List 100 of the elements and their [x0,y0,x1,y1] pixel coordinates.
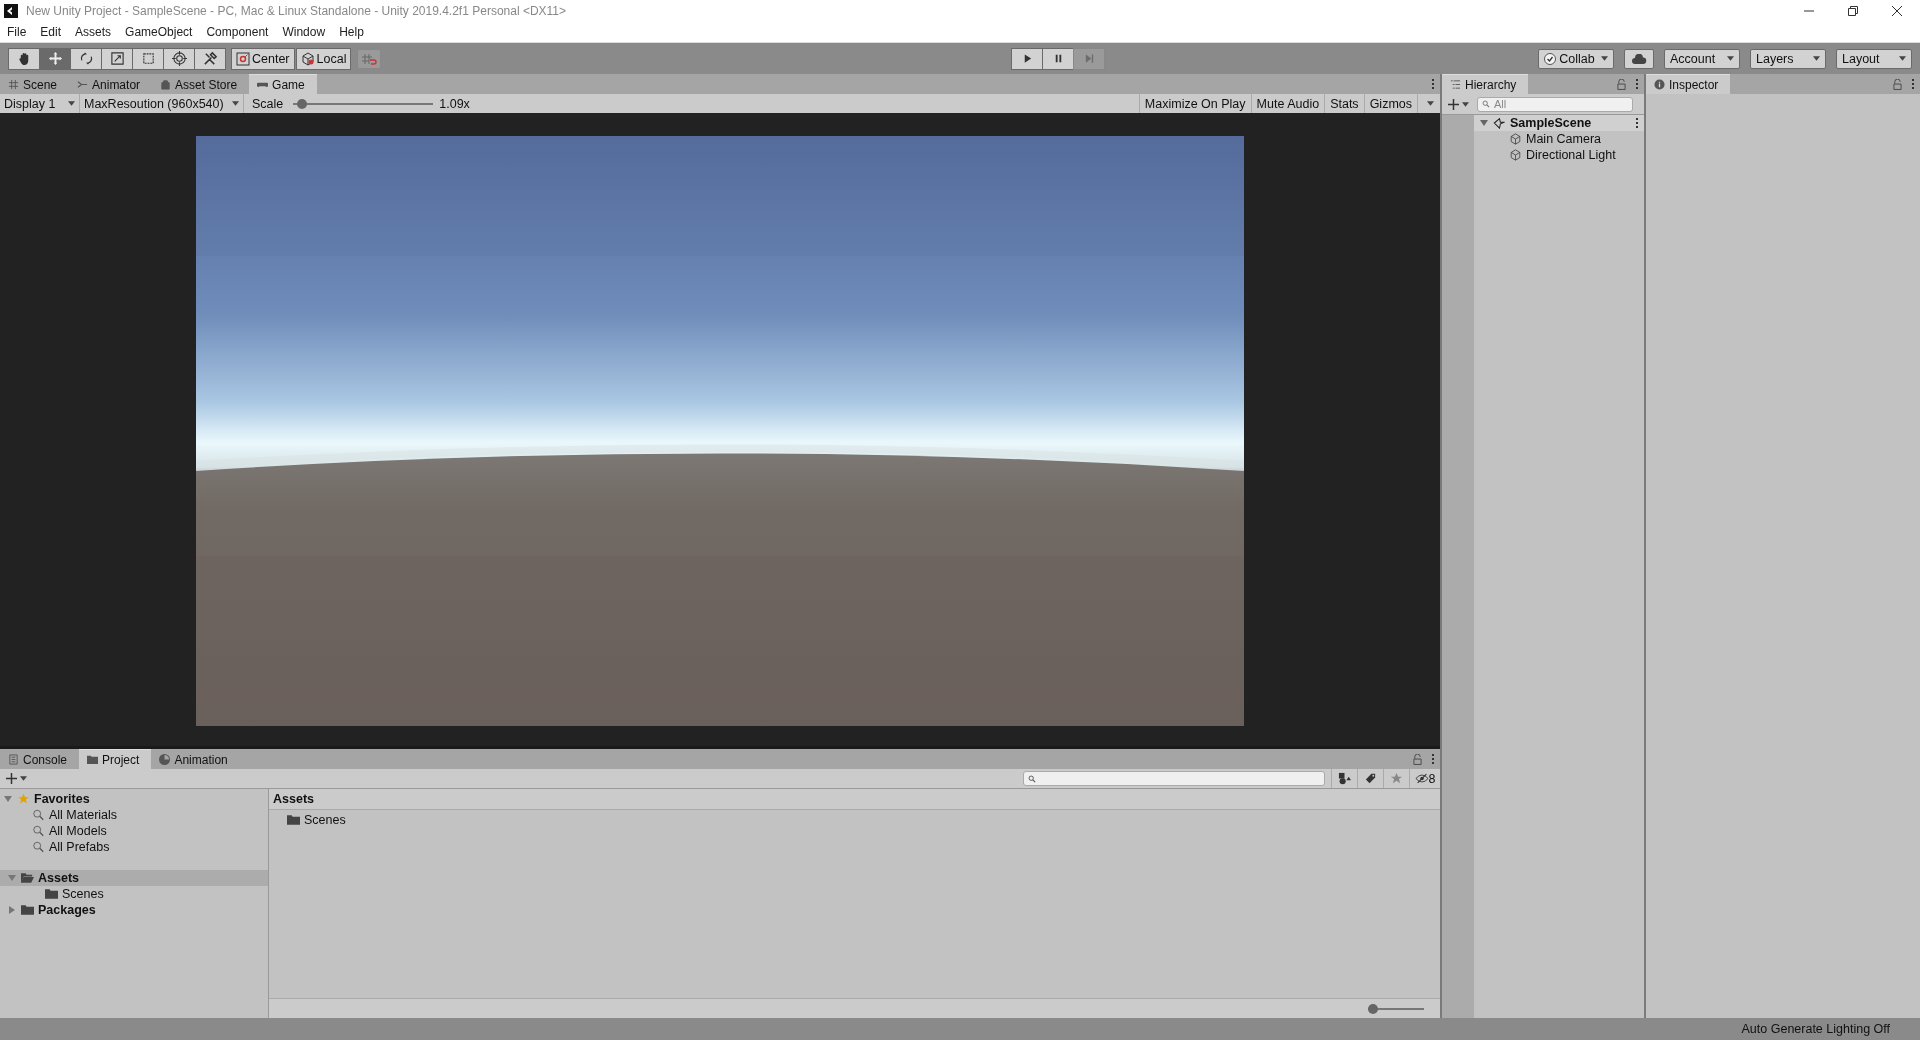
move-tool-button[interactable] [39,47,71,70]
hidden-packages-toggle[interactable]: 8 [1409,769,1440,788]
favorite-item[interactable]: All Models [49,824,107,838]
pivot-local-button[interactable]: Local [295,47,352,70]
lock-icon[interactable] [1617,78,1626,90]
favorites-heading[interactable]: Favorites [34,792,90,806]
caret-icon [232,101,239,106]
star-icon [17,793,30,805]
panel-tab[interactable]: Project [79,749,152,769]
hierarchy-item[interactable]: Directional Light [1474,147,1644,163]
expand-arrow-icon[interactable] [8,906,17,914]
tools-icon [202,51,218,66]
view-tab[interactable]: Game [249,74,317,94]
status-text: Auto Generate Lighting Off [1741,1022,1890,1036]
collab-button[interactable]: Collab [1538,48,1614,69]
hierarchy-tab[interactable]: Hierarchy [1442,74,1529,94]
panel-tab[interactable]: Console [0,750,80,769]
shapes-icon [1338,772,1351,785]
search-icon [1028,774,1036,783]
folder-icon [45,888,58,900]
view-tab[interactable]: Asset Store [152,75,250,94]
scale-value: 1.09x [439,96,470,111]
close-icon[interactable] [1892,6,1902,16]
inspector-tab[interactable]: Inspector [1646,74,1731,94]
game-toggle-button[interactable]: Maximize On Play [1138,94,1251,113]
pause-button[interactable] [1042,47,1075,70]
move-icon [47,51,63,66]
caret-icon [68,101,75,106]
expand-arrow-icon[interactable] [4,795,13,803]
lock-icon[interactable] [1893,78,1902,90]
search-icon [32,825,45,837]
list-icon [1450,79,1461,90]
folder-row[interactable]: Assets [0,870,268,886]
account-dropdown[interactable]: Account [1664,48,1740,69]
menu-item[interactable]: Window [282,25,326,39]
custom-tool-button[interactable] [194,47,226,70]
caret-icon [1427,101,1434,106]
view-tab[interactable]: Animator [69,75,153,94]
caret-icon [1600,56,1608,61]
eye-slash-icon [1414,773,1429,784]
breadcrumb[interactable]: Assets [269,789,1440,810]
play-button[interactable] [1011,47,1044,70]
window-title: New Unity Project - SampleScene - PC, Mac & Linux Standalone - Unity 2019.4.2f1 Personal <DX11> [26,4,567,18]
menu-item[interactable]: Edit [40,25,62,39]
folder-row[interactable]: Scenes [0,886,268,902]
display-dropdown[interactable]: Display 1 [0,94,80,113]
rect-tool-button[interactable] [132,47,164,70]
layers-dropdown[interactable]: Layers [1750,48,1826,69]
menu-item[interactable]: Assets [75,25,112,39]
scale-icon [109,51,125,66]
game-toggle-button[interactable]: Stats [1324,94,1364,113]
scene-row[interactable]: SampleScene [1474,115,1644,131]
search-field[interactable]: All [1477,96,1633,112]
info-icon [1654,79,1665,90]
folder-row[interactable]: Packages [0,902,268,918]
bag-icon [160,79,172,90]
resolution-dropdown[interactable]: MaxResoution (960x540) [80,94,244,113]
icon-size-slider[interactable] [1368,1002,1424,1015]
panel-tab[interactable]: Animation [151,750,240,769]
check-icon [1544,52,1557,65]
menu-item[interactable]: GameObject [125,25,193,39]
game-toggle-button[interactable]: Mute Audio [1250,94,1325,113]
restore-icon[interactable] [1848,6,1858,16]
plus-icon [1448,98,1459,110]
cloud-button[interactable] [1624,48,1654,69]
scale-tool-button[interactable] [101,47,133,70]
game-toggle-button[interactable]: Gizmos [1363,94,1417,113]
expand-arrow-icon[interactable] [1480,119,1489,127]
layout-dropdown[interactable]: Layout [1836,48,1912,69]
favorite-item[interactable]: All Materials [49,808,118,822]
hand-tool-button[interactable] [8,47,40,70]
menu-item[interactable]: Component [206,25,269,39]
caret-icon [1462,101,1469,107]
animator-icon [77,79,89,90]
asset-item[interactable]: Scenes [304,813,346,827]
scale-label: Scale [252,96,284,111]
app-logo-icon [4,4,18,18]
transform-tool-button[interactable] [163,47,195,70]
search-field[interactable] [1023,771,1325,786]
plus-icon [6,773,17,784]
folder-icon [21,904,34,916]
menu-item[interactable]: Help [339,25,364,39]
caret-icon [1727,56,1734,61]
folder-icon [287,814,300,826]
search-icon [32,809,45,821]
cube-icon [1509,149,1522,161]
hierarchy-item[interactable]: Main Camera [1474,131,1644,147]
menu-item[interactable]: File [7,25,27,39]
star-icon [1390,772,1403,785]
pivot-center-button[interactable]: Center [231,47,295,70]
view-tab[interactable]: Scene [0,75,70,94]
favorite-item[interactable]: All Prefabs [49,840,110,854]
rotate-tool-button[interactable] [70,47,102,70]
folder-icon [21,872,34,884]
cloud-icon [1631,53,1647,64]
lock-icon[interactable] [1413,753,1422,765]
grid-icon [8,79,19,90]
caret-icon [1813,56,1820,61]
rect-tool-icon [140,51,156,66]
clock-icon [159,754,171,765]
